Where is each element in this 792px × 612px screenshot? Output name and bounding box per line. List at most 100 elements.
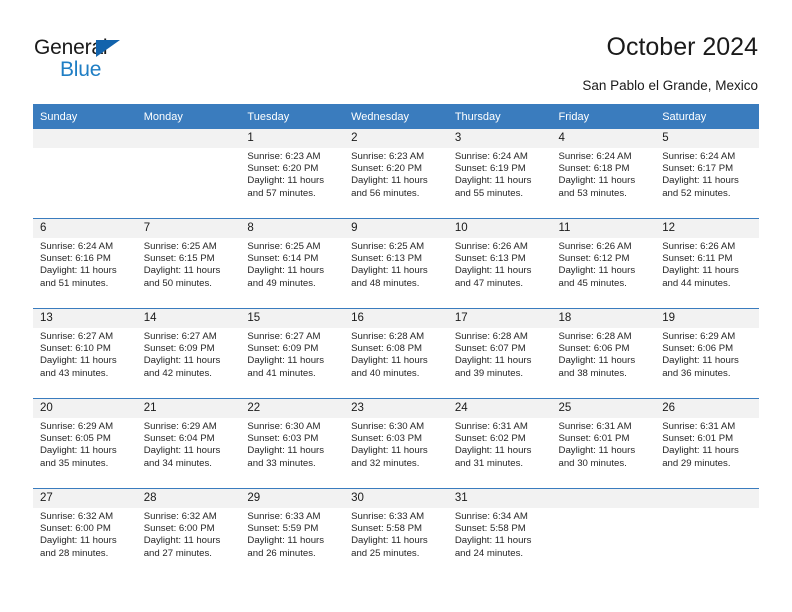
sunrise-time: Sunrise: 6:30 AM (247, 421, 321, 432)
calendar-day-cell[interactable]: 20 Sunrise: 6:29 AM Sunset: 6:05 PM Dayligh… (33, 398, 137, 489)
sunset-time: Sunset: 6:16 PM (40, 253, 111, 265)
calendar-day-cell[interactable]: 7 Sunrise: 6:25 AM Sunset: 6:15 PM Daylight… (136, 218, 241, 309)
day-sun-info: Sunrise: 6:32 AM Sunset: 6:00 PM Daylight:… (33, 508, 137, 560)
calendar-day-cell[interactable]: 27 Sunrise: 6:32 AM Sunset: 6:00 PM Dayligh… (33, 488, 137, 578)
daylight-duration: Daylight: 11 hours and 56 minutes. (351, 175, 428, 199)
sunrise-time: Sunrise: 6:24 AM (558, 151, 632, 162)
calendar-day-cell[interactable]: 2 Sunrise: 6:23 AM Sunset: 6:20 PM Daylight… (344, 129, 448, 219)
sunrise-time: Sunrise: 6:29 AM (40, 421, 114, 432)
sunset-time: Sunset: 6:01 PM (558, 433, 630, 445)
day-sun-info: Sunrise: 6:28 AM Sunset: 6:07 PM Daylight:… (448, 328, 552, 380)
calendar-day-cell[interactable]: 17 Sunrise: 6:28 AM Sunset: 6:07 PM Dayligh… (447, 308, 552, 399)
day-sun-info: Sunrise: 6:31 AM Sunset: 6:01 PM Daylight:… (552, 418, 656, 470)
daylight-duration: Daylight: 11 hours and 28 minutes. (40, 535, 117, 559)
logo-triangle-icon (96, 40, 120, 57)
calendar-day-cell[interactable]: 22 Sunrise: 6:30 AM Sunset: 6:03 PM Dayligh… (240, 398, 345, 489)
day-sun-info: Sunrise: 6:30 AM Sunset: 6:03 PM Daylight:… (240, 418, 344, 470)
day-number: 3 (447, 129, 552, 148)
daylight-duration: Daylight: 11 hours and 41 minutes. (247, 355, 325, 379)
day-sun-info: Sunrise: 6:32 AM Sunset: 6:00 PM Daylight:… (137, 508, 241, 560)
calendar-day-cell[interactable]: 15 Sunrise: 6:27 AM Sunset: 6:09 PM Dayligh… (240, 308, 345, 399)
sunset-time: Sunset: 6:07 PM (454, 343, 526, 355)
calendar-week-row: 1 Sunrise: 6:23 AM Sunset: 6:20 PM Daylight… (33, 129, 759, 219)
sunrise-time: Sunrise: 6:29 AM (662, 331, 736, 342)
daylight-duration: Daylight: 11 hours and 42 minutes. (143, 355, 221, 379)
sunset-time: Sunset: 6:14 PM (247, 253, 319, 265)
sunrise-time: Sunrise: 6:27 AM (247, 331, 321, 342)
day-number: 9 (344, 219, 448, 238)
sunrise-time: Sunrise: 6:34 AM (454, 511, 528, 522)
daylight-duration: Daylight: 11 hours and 33 minutes. (247, 445, 325, 469)
day-number: 16 (344, 309, 448, 328)
day-number: 28 (136, 489, 241, 508)
daylight-duration: Daylight: 11 hours and 34 minutes. (143, 445, 221, 469)
daylight-duration: Daylight: 11 hours and 50 minutes. (143, 265, 221, 289)
calendar-day-cell[interactable]: 23 Sunrise: 6:30 AM Sunset: 6:03 PM Dayligh… (344, 398, 448, 489)
sunset-time: Sunset: 6:20 PM (351, 163, 423, 175)
calendar-day-cell[interactable]: 21 Sunrise: 6:29 AM Sunset: 6:04 PM Dayligh… (136, 398, 241, 489)
calendar-day-cell[interactable]: 6 Sunrise: 6:24 AM Sunset: 6:16 PM Daylight… (33, 218, 137, 309)
day-number: 20 (33, 399, 137, 418)
sunrise-time: Sunrise: 6:31 AM (454, 421, 528, 432)
calendar-day-cell[interactable]: 16 Sunrise: 6:28 AM Sunset: 6:08 PM Dayligh… (344, 308, 448, 399)
general-blue-logo: General Blue (34, 36, 214, 84)
day-sun-info: Sunrise: 6:33 AM Sunset: 5:59 PM Daylight:… (240, 508, 344, 560)
sunset-time: Sunset: 6:18 PM (558, 163, 630, 175)
calendar-day-cell[interactable]: 24 Sunrise: 6:31 AM Sunset: 6:02 PM Dayligh… (447, 398, 552, 489)
weekday-header-tuesday: Tuesday (240, 104, 345, 129)
day-sun-info: Sunrise: 6:26 AM Sunset: 6:13 PM Daylight:… (448, 238, 552, 290)
day-number: 21 (136, 399, 241, 418)
sunrise-time: Sunrise: 6:28 AM (454, 331, 528, 342)
calendar-day-cell[interactable]: 19 Sunrise: 6:29 AM Sunset: 6:06 PM Dayligh… (655, 308, 759, 399)
logo-text-blue: Blue (60, 58, 102, 81)
calendar-day-cell[interactable]: 9 Sunrise: 6:25 AM Sunset: 6:13 PM Daylight… (344, 218, 448, 309)
calendar-day-cell[interactable]: 1 Sunrise: 6:23 AM Sunset: 6:20 PM Daylight… (240, 129, 345, 219)
day-number: 12 (655, 219, 759, 238)
calendar-day-cell (655, 488, 759, 578)
calendar-day-cell[interactable]: 11 Sunrise: 6:26 AM Sunset: 6:12 PM Dayligh… (551, 218, 656, 309)
day-number (551, 489, 656, 508)
daylight-duration: Daylight: 11 hours and 29 minutes. (662, 445, 739, 469)
sunset-time: Sunset: 6:00 PM (143, 523, 215, 535)
day-number: 31 (447, 489, 552, 508)
calendar-day-cell[interactable]: 29 Sunrise: 6:33 AM Sunset: 5:59 PM Dayligh… (240, 488, 345, 578)
day-number: 2 (344, 129, 448, 148)
page-subtitle-location: San Pablo el Grande, Mexico (582, 78, 758, 93)
sunrise-time: Sunrise: 6:24 AM (454, 151, 528, 162)
daylight-duration: Daylight: 11 hours and 51 minutes. (40, 265, 117, 289)
calendar-day-cell[interactable]: 14 Sunrise: 6:27 AM Sunset: 6:09 PM Dayligh… (136, 308, 241, 399)
day-sun-info: Sunrise: 6:29 AM Sunset: 6:06 PM Daylight:… (655, 328, 759, 380)
weekday-header-friday: Friday (551, 104, 656, 129)
calendar-day-cell[interactable]: 10 Sunrise: 6:26 AM Sunset: 6:13 PM Dayligh… (447, 218, 552, 309)
sunrise-time: Sunrise: 6:29 AM (143, 421, 217, 432)
daylight-duration: Daylight: 11 hours and 39 minutes. (454, 355, 532, 379)
calendar-day-cell[interactable]: 30 Sunrise: 6:33 AM Sunset: 5:58 PM Dayligh… (344, 488, 448, 578)
day-sun-info: Sunrise: 6:27 AM Sunset: 6:10 PM Daylight:… (33, 328, 137, 380)
daylight-duration: Daylight: 11 hours and 26 minutes. (247, 535, 325, 559)
sunset-time: Sunset: 5:59 PM (247, 523, 319, 535)
calendar-day-cell[interactable]: 26 Sunrise: 6:31 AM Sunset: 6:01 PM Dayligh… (655, 398, 759, 489)
calendar-day-cell[interactable]: 4 Sunrise: 6:24 AM Sunset: 6:18 PM Daylight… (551, 129, 656, 219)
calendar-day-cell[interactable]: 28 Sunrise: 6:32 AM Sunset: 6:00 PM Dayligh… (136, 488, 241, 578)
calendar-day-cell[interactable]: 8 Sunrise: 6:25 AM Sunset: 6:14 PM Daylight… (240, 218, 345, 309)
calendar-day-cell[interactable]: 5 Sunrise: 6:24 AM Sunset: 6:17 PM Daylight… (655, 129, 759, 219)
calendar-week-row: 13 Sunrise: 6:27 AM Sunset: 6:10 PM Dayligh… (33, 308, 759, 399)
daylight-duration: Daylight: 11 hours and 53 minutes. (558, 175, 636, 199)
day-number: 17 (447, 309, 552, 328)
day-number: 18 (551, 309, 656, 328)
sunrise-time: Sunrise: 6:26 AM (454, 241, 528, 252)
calendar-day-cell[interactable]: 18 Sunrise: 6:28 AM Sunset: 6:06 PM Dayligh… (551, 308, 656, 399)
day-sun-info: Sunrise: 6:24 AM Sunset: 6:17 PM Daylight:… (655, 148, 759, 200)
calendar-day-cell[interactable]: 13 Sunrise: 6:27 AM Sunset: 6:10 PM Dayligh… (33, 308, 137, 399)
sunrise-time: Sunrise: 6:31 AM (662, 421, 736, 432)
calendar-day-cell[interactable]: 25 Sunrise: 6:31 AM Sunset: 6:01 PM Dayligh… (551, 398, 656, 489)
sunset-time: Sunset: 6:09 PM (247, 343, 319, 355)
calendar-day-cell[interactable]: 12 Sunrise: 6:26 AM Sunset: 6:11 PM Dayligh… (655, 218, 759, 309)
day-number: 15 (240, 309, 345, 328)
sunset-time: Sunset: 6:06 PM (662, 343, 734, 355)
sunrise-time: Sunrise: 6:24 AM (662, 151, 736, 162)
day-number: 29 (240, 489, 345, 508)
day-sun-info: Sunrise: 6:24 AM Sunset: 6:19 PM Daylight:… (448, 148, 552, 200)
calendar-day-cell[interactable]: 3 Sunrise: 6:24 AM Sunset: 6:19 PM Daylight… (447, 129, 552, 219)
calendar-day-cell[interactable]: 31 Sunrise: 6:34 AM Sunset: 5:58 PM Dayligh… (447, 488, 552, 578)
